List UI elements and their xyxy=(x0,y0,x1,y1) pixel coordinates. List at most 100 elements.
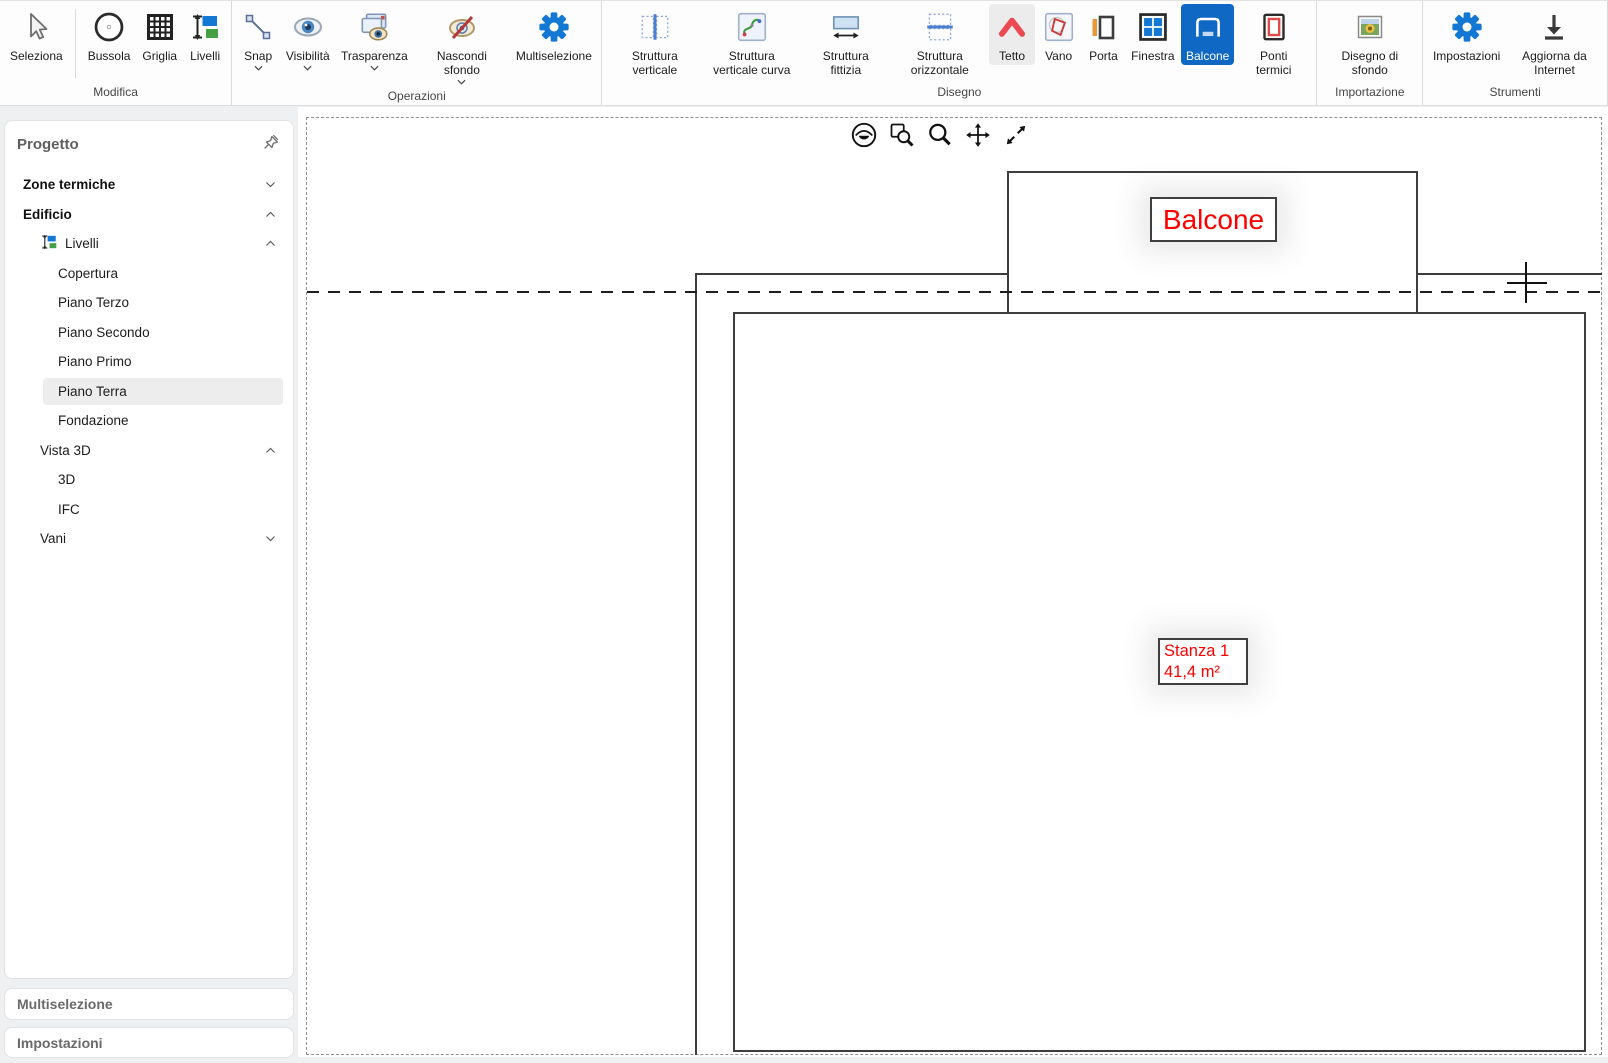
tree-item-label: Piano Terzo xyxy=(58,295,129,310)
room-icon xyxy=(1042,10,1076,49)
chevron-up-icon[interactable] xyxy=(264,237,277,253)
tree-item-zone-termiche[interactable]: Zone termiche xyxy=(5,170,293,200)
ribbon-button-livelli[interactable]: Livelli xyxy=(184,4,226,65)
settings-panel[interactable]: Impostazioni xyxy=(4,1027,294,1058)
ribbon-button-vano[interactable]: Vano xyxy=(1037,4,1081,65)
roof-icon xyxy=(994,10,1030,49)
snap-icon-wrap xyxy=(242,9,274,49)
zoom-selection-icon xyxy=(888,121,916,154)
ribbon-button-label: Struttura verticale xyxy=(612,49,697,77)
chevron-down-icon[interactable] xyxy=(303,64,312,71)
tree-item-label: Piano Secondo xyxy=(58,325,150,340)
canvas-view-toolbar xyxy=(850,123,1030,151)
tree-item-piano-primo[interactable]: Piano Primo xyxy=(5,347,293,377)
chevron-down-icon[interactable] xyxy=(254,64,263,71)
canvas-tool-zoom-selection[interactable] xyxy=(888,123,916,151)
outer-wall-top-left-segment[interactable] xyxy=(695,273,1007,275)
gear-icon xyxy=(1449,9,1485,50)
tree-item-piano-terra[interactable]: Piano Terra xyxy=(5,377,293,407)
chevron-down-icon[interactable] xyxy=(370,64,379,71)
ribbon-button-seleziona[interactable]: Seleziona xyxy=(5,4,68,65)
ribbon-button-porta[interactable]: Porta xyxy=(1082,4,1124,65)
ribbon-button-tetto[interactable]: Tetto xyxy=(989,4,1035,65)
ribbon-button-disegno-di-sfondo[interactable]: Disegno di sfondo xyxy=(1322,4,1417,79)
cursor-icon-wrap xyxy=(20,9,52,49)
tree-item-label: IFC xyxy=(58,502,80,517)
grid-icon-wrap xyxy=(144,9,176,49)
tree-item-label: Piano Terra xyxy=(58,384,127,399)
tree-item-label: Edificio xyxy=(23,207,72,222)
tree-item-ifc[interactable]: IFC xyxy=(5,495,293,525)
canvas-tool-eye-circle[interactable] xyxy=(850,123,878,151)
outer-wall-top-right-segment[interactable] xyxy=(1418,273,1602,275)
image-icon-wrap xyxy=(1353,9,1387,49)
pin-icon[interactable] xyxy=(261,132,281,157)
wall-vertical-icon xyxy=(638,10,672,49)
ribbon-button-impostazioni[interactable]: Impostazioni xyxy=(1428,4,1505,65)
ribbon-button-label: Struttura orizzontale xyxy=(897,49,982,77)
ribbon-button-trasparenza[interactable]: Trasparenza xyxy=(336,4,412,73)
canvas-tool-zoom[interactable] xyxy=(926,123,954,151)
chevron-up-icon[interactable] xyxy=(264,444,277,460)
ribbon-button-struttura-orizzontale[interactable]: Struttura orizzontale xyxy=(892,4,987,79)
ribbon-button-struttura-verticale[interactable]: Struttura verticale xyxy=(607,4,702,79)
multiselection-panel[interactable]: Multiselezione xyxy=(4,988,294,1020)
ribbon-button-visibilita[interactable]: Visibilità xyxy=(281,4,334,73)
tree-item-edificio[interactable]: Edificio xyxy=(5,200,293,230)
ribbon-button-label: Nascondi sfondo xyxy=(419,49,504,77)
ribbon-button-nascondi-sfondo[interactable]: Nascondi sfondo xyxy=(414,4,509,87)
hide-background-icon-wrap xyxy=(444,9,480,49)
ribbon-group-label: Importazione xyxy=(1321,84,1418,105)
tree-item-livelli[interactable]: Livelli xyxy=(5,229,293,259)
transparency-icon-wrap xyxy=(356,9,392,49)
ribbon-button-balcone[interactable]: Balcone xyxy=(1181,4,1234,65)
window-icon xyxy=(1136,10,1170,49)
chevron-down-icon[interactable] xyxy=(264,178,277,194)
grid-icon xyxy=(144,11,176,48)
project-panel-header: Progetto xyxy=(5,121,293,157)
canvas-tool-pan[interactable] xyxy=(964,123,992,151)
balcony-icon xyxy=(1191,10,1225,49)
ribbon-button-griglia[interactable]: Griglia xyxy=(137,4,182,65)
ribbon-button-struttura-fittizia[interactable]: Struttura fittizia xyxy=(801,4,890,79)
hide-background-icon xyxy=(444,11,480,48)
tree-item-vista-3d[interactable]: Vista 3D xyxy=(5,436,293,466)
wall-horizontal-icon-wrap xyxy=(923,9,957,49)
drawing-canvas[interactable]: Balcone Stanza 1 41,4 m² xyxy=(298,107,1608,1057)
tree-item-piano-terzo[interactable]: Piano Terzo xyxy=(5,288,293,318)
ribbon-button-label: Vano xyxy=(1045,49,1072,63)
ribbon-button-snap[interactable]: Snap xyxy=(237,4,279,73)
ribbon-button-label: Bussola xyxy=(88,49,131,63)
thermal-bridge-icon xyxy=(1258,10,1290,49)
ribbon-button-multiselezione[interactable]: Multiselezione xyxy=(511,4,596,65)
door-icon xyxy=(1087,11,1119,48)
ribbon-button-struttura-verticale-curva[interactable]: Struttura verticale curva xyxy=(704,4,799,79)
wall-dummy-icon xyxy=(829,10,863,49)
ribbon-button-bussola[interactable]: Bussola xyxy=(83,4,136,65)
ribbon-button-finestra[interactable]: Finestra xyxy=(1126,4,1179,65)
settings-panel-title: Impostazioni xyxy=(5,1028,293,1058)
tree-item-copertura[interactable]: Copertura xyxy=(5,259,293,289)
dashed-guide-line xyxy=(307,291,1601,293)
chevron-up-icon[interactable] xyxy=(264,208,277,224)
canvas-tool-fit-screen[interactable] xyxy=(1002,123,1030,151)
ribbon-button-label: Porta xyxy=(1089,49,1118,63)
room-label[interactable]: Stanza 1 41,4 m² xyxy=(1158,638,1248,685)
tree-item-piano-secondo[interactable]: Piano Secondo xyxy=(5,318,293,348)
tree-item-vani[interactable]: Vani xyxy=(5,524,293,554)
ribbon-button-aggiorna-da-internet[interactable]: Aggiorna da Internet xyxy=(1507,4,1602,79)
download-icon xyxy=(1538,11,1570,48)
wall-curved-icon xyxy=(735,10,769,49)
tree-item-label: Livelli xyxy=(40,233,99,254)
tree-item-fondazione[interactable]: Fondazione xyxy=(5,406,293,436)
ribbon-button-label: Disegno di sfondo xyxy=(1327,49,1412,77)
ribbon-button-label: Balcone xyxy=(1186,49,1229,63)
balcony-label[interactable]: Balcone xyxy=(1150,197,1277,242)
outer-wall-left[interactable] xyxy=(695,273,697,1055)
ribbon-button-label: Visibilità xyxy=(286,49,330,63)
chevron-down-icon[interactable] xyxy=(264,532,277,548)
tree-item-3d[interactable]: 3D xyxy=(5,465,293,495)
ribbon-button-ponti-termici[interactable]: Ponti termici xyxy=(1236,4,1311,79)
chevron-down-icon[interactable] xyxy=(457,78,466,85)
ribbon-group-importazione: Disegno di sfondo Importazione xyxy=(1317,1,1423,105)
